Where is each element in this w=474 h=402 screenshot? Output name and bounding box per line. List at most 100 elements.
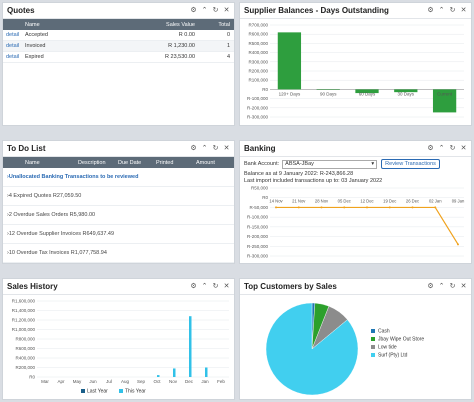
minimize-icon[interactable]: ⌃ bbox=[201, 7, 208, 14]
y-tick-label: R300,000 bbox=[248, 59, 268, 64]
column-sales-value[interactable]: Sales Value bbox=[140, 22, 195, 28]
todo-item[interactable]: › 2 Overdue Sales Orders R5,980.00 bbox=[3, 206, 234, 225]
bar bbox=[277, 32, 302, 90]
detail-link[interactable]: detail bbox=[3, 43, 25, 49]
refresh-icon[interactable]: ↻ bbox=[212, 7, 219, 14]
y-tick-label: R1,400,000 bbox=[12, 308, 36, 313]
banking-chart: R50,000 R0 R-50,000 R-100,000 R-150,000 R-200… bbox=[247, 186, 465, 259]
y-tick-label: R50,000 bbox=[251, 186, 269, 191]
bank-account-label: Bank Account: bbox=[244, 161, 280, 167]
y-tick-label: R700,000 bbox=[248, 23, 268, 28]
column-total[interactable]: Total bbox=[195, 22, 230, 28]
column-amount[interactable]: Amount bbox=[196, 160, 234, 166]
sales-header: Sales History ⚙ ⌃ ↻ ✕ bbox=[3, 279, 234, 295]
supplier-header: Supplier Balances - Days Outstanding ⚙ ⌃… bbox=[240, 3, 471, 19]
y-tick-label: R-100,000 bbox=[247, 96, 269, 101]
gear-icon[interactable]: ⚙ bbox=[190, 7, 197, 14]
legend-label: This Year bbox=[125, 389, 146, 395]
refresh-icon[interactable]: ↻ bbox=[449, 7, 456, 14]
row-name: Invoiced bbox=[25, 43, 46, 49]
refresh-icon[interactable]: ↻ bbox=[449, 283, 456, 290]
column-name[interactable]: Name bbox=[25, 22, 140, 28]
x-tick-label: Aug bbox=[121, 379, 130, 384]
legend-label: Cash bbox=[378, 329, 390, 335]
close-icon[interactable]: ✕ bbox=[460, 283, 467, 290]
banking-panel: Banking ⚙ ⌃ ↻ ✕ Bank Account: ABSA-JBay … bbox=[239, 140, 472, 264]
refresh-icon[interactable]: ↻ bbox=[449, 145, 456, 152]
y-tick-label: R100,000 bbox=[248, 78, 268, 83]
x-tick-label: 120+ Days bbox=[279, 91, 301, 96]
gear-icon[interactable]: ⚙ bbox=[427, 145, 434, 152]
close-icon[interactable]: ✕ bbox=[460, 7, 467, 14]
gear-icon[interactable]: ⚙ bbox=[190, 145, 197, 152]
data-point bbox=[297, 206, 300, 209]
panel-title: Quotes bbox=[7, 6, 35, 15]
panel-title: To Do List bbox=[7, 144, 46, 153]
minimize-icon[interactable]: ⌃ bbox=[201, 283, 208, 290]
gear-icon[interactable]: ⚙ bbox=[190, 283, 197, 290]
legend-label: Surf (Pty) Ltd bbox=[378, 353, 408, 359]
y-tick-label: R-200,000 bbox=[247, 234, 269, 239]
gear-icon[interactable]: ⚙ bbox=[427, 283, 434, 290]
row-total: 0 bbox=[226, 32, 230, 38]
bar bbox=[173, 368, 176, 377]
data-point bbox=[366, 206, 368, 209]
minimize-icon[interactable]: ⌃ bbox=[438, 283, 445, 290]
row-value: R 23,530.00 bbox=[165, 54, 195, 60]
todo-item-label: 10 Overdue Tax Invoices R1,077,758.94 bbox=[8, 250, 107, 256]
y-tick-label: R-100,000 bbox=[247, 215, 269, 220]
refresh-icon[interactable]: ↻ bbox=[212, 145, 219, 152]
y-tick-label: R-200,000 bbox=[247, 105, 269, 110]
supplier-chart: R700,000 R600,000 R500,000 R400,000 R300,000… bbox=[247, 23, 464, 120]
legend-label: Low tide bbox=[378, 345, 397, 351]
column-name[interactable]: Name bbox=[3, 160, 78, 166]
x-tick-label: Current bbox=[437, 91, 453, 96]
gear-icon[interactable]: ⚙ bbox=[427, 7, 434, 14]
close-icon[interactable]: ✕ bbox=[223, 283, 230, 290]
x-tick-label: Dec bbox=[185, 379, 194, 384]
y-tick-label: R0 bbox=[29, 375, 35, 380]
minimize-icon[interactable]: ⌃ bbox=[438, 145, 445, 152]
todo-item[interactable]: › 4 Expired Quotes R27,059.50 bbox=[3, 187, 234, 206]
todo-panel: To Do List ⚙ ⌃ ↻ ✕ Name Description Due … bbox=[2, 140, 235, 264]
supplier-panel: Supplier Balances - Days Outstanding ⚙ ⌃… bbox=[239, 2, 472, 126]
y-tick-label: R-250,000 bbox=[247, 244, 269, 249]
table-row: detail Invoiced R 1,230.00 1 bbox=[3, 41, 234, 52]
sales-chart: R1,600,000 R1,400,000 R1,200,000 R1,000,000… bbox=[12, 299, 229, 395]
review-transactions-button[interactable]: Review Transactions bbox=[381, 159, 440, 169]
x-tick-label: Oct bbox=[153, 379, 161, 384]
close-icon[interactable]: ✕ bbox=[223, 145, 230, 152]
bar bbox=[189, 316, 192, 377]
banking-info: Balance as at 9 January 2022: R-243,866.… bbox=[240, 171, 471, 184]
x-tick-label: May bbox=[73, 379, 82, 384]
panel-title: Sales History bbox=[7, 282, 58, 291]
todo-item[interactable]: › 10 Overdue Tax Invoices R1,077,758.94 bbox=[3, 244, 234, 263]
x-tick-label: 30 Days bbox=[398, 91, 415, 96]
detail-link[interactable]: detail bbox=[3, 32, 25, 38]
legend-label: Last Year bbox=[87, 389, 108, 395]
sales-panel: Sales History ⚙ ⌃ ↻ ✕ R1,600,000 R1,400,0… bbox=[2, 278, 235, 400]
data-point bbox=[343, 206, 346, 209]
row-name: Accepted bbox=[25, 32, 48, 38]
y-tick-label: R200,000 bbox=[248, 69, 268, 74]
legend-label: Jbay Wipe Out Store bbox=[378, 337, 424, 343]
close-icon[interactable]: ✕ bbox=[223, 7, 230, 14]
column-due-date[interactable]: Due Date bbox=[118, 160, 156, 166]
minimize-icon[interactable]: ⌃ bbox=[438, 7, 445, 14]
row-total: 4 bbox=[226, 54, 230, 60]
bank-account-select[interactable]: ABSA-JBay ▾ bbox=[282, 159, 378, 169]
detail-link[interactable]: detail bbox=[3, 54, 25, 60]
todo-item[interactable]: › 12 Overdue Supplier Invoices R649,637.… bbox=[3, 225, 234, 244]
data-point bbox=[388, 206, 391, 209]
x-tick-label: 60 Days bbox=[359, 91, 376, 96]
refresh-icon[interactable]: ↻ bbox=[212, 283, 219, 290]
todo-item-label: 2 Overdue Sales Orders R5,980.00 bbox=[8, 212, 96, 218]
y-tick-label: R-150,000 bbox=[247, 224, 269, 229]
column-description[interactable]: Description bbox=[78, 160, 118, 166]
todo-item[interactable]: › Unallocated Banking Transactions to be… bbox=[3, 168, 234, 187]
quotes-header: Quotes ⚙ ⌃ ↻ ✕ bbox=[3, 3, 234, 19]
minimize-icon[interactable]: ⌃ bbox=[201, 145, 208, 152]
close-icon[interactable]: ✕ bbox=[460, 145, 467, 152]
column-printed[interactable]: Printed bbox=[156, 160, 196, 166]
x-tick-label: Jul bbox=[106, 379, 112, 384]
